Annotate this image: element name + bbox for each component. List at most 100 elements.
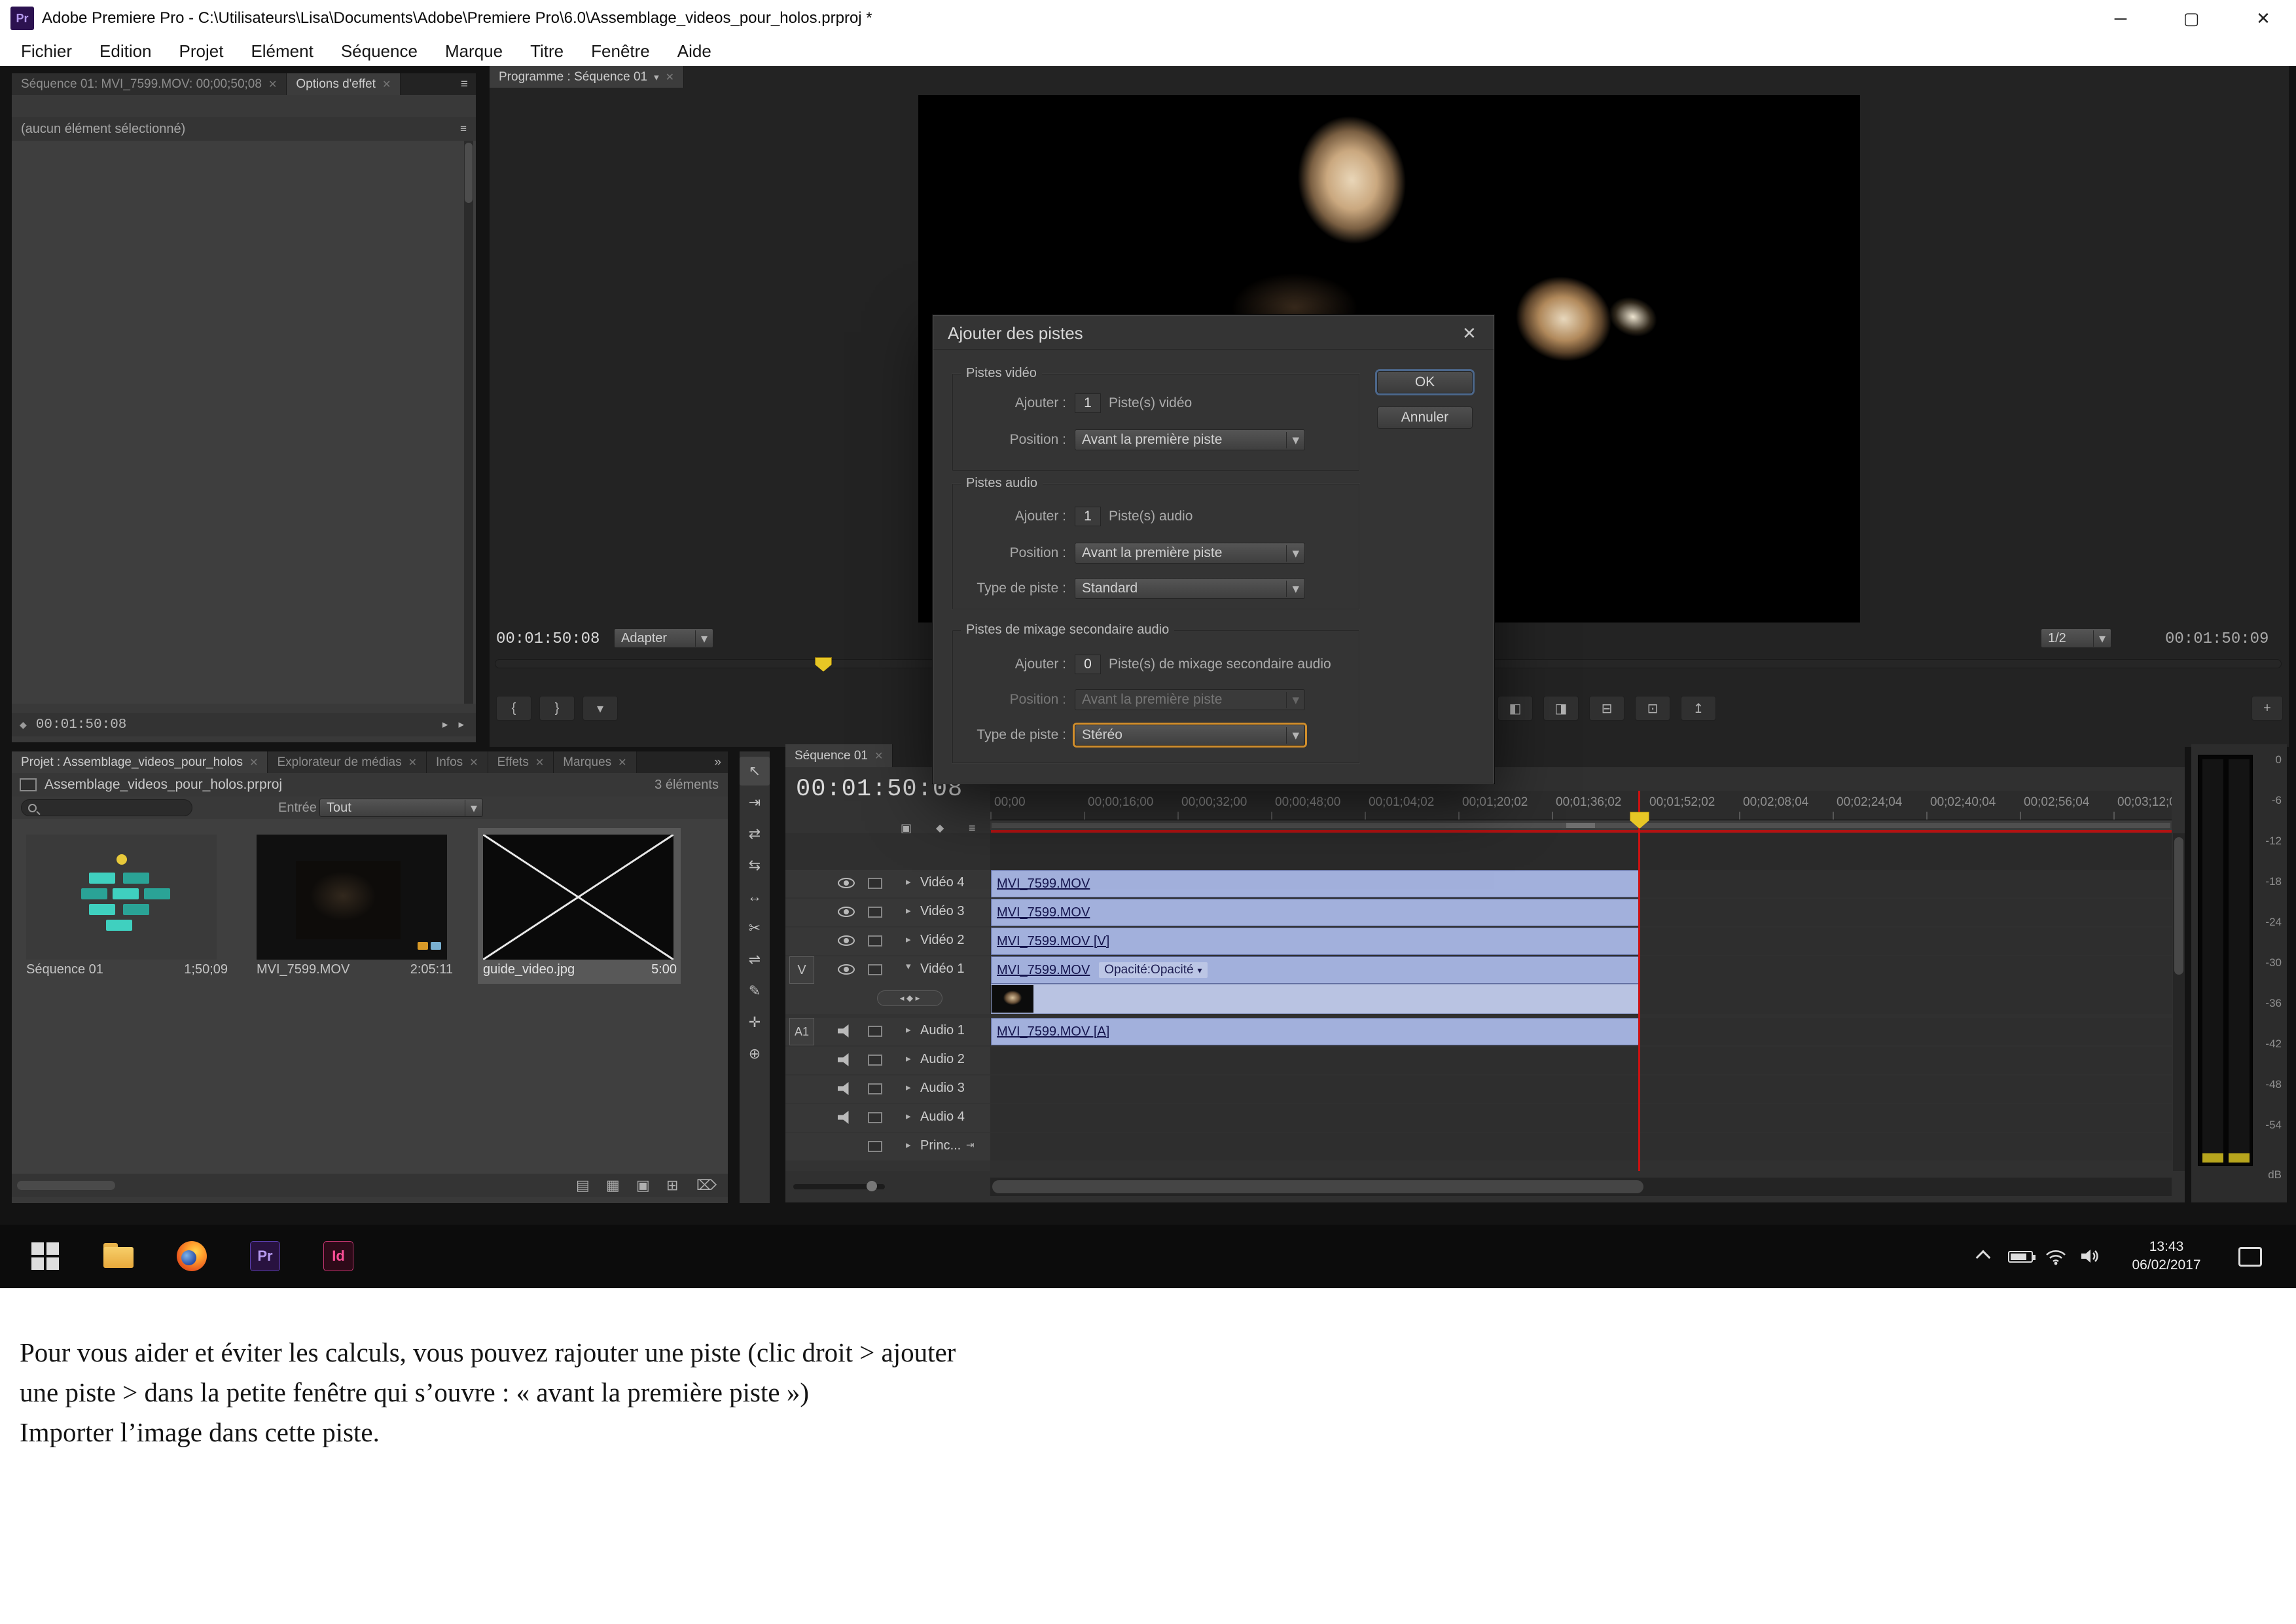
header-menu-icon[interactable]: ≡ <box>460 122 467 135</box>
indesign-taskbar-icon[interactable]: Id <box>323 1241 353 1271</box>
track-lock-icon[interactable] <box>868 1055 882 1066</box>
source-patch-video-badge[interactable]: V <box>789 956 814 984</box>
menu-edition[interactable]: Edition <box>99 41 152 62</box>
track-lane-audio3[interactable] <box>990 1075 2172 1103</box>
track-header-audio2[interactable]: ▸ Audio 2 <box>785 1047 990 1074</box>
menu-element[interactable]: Elément <box>251 41 313 62</box>
play-icon[interactable]: ▸ <box>458 718 464 731</box>
close-tab-icon[interactable]: ✕ <box>268 78 277 91</box>
maximize-button[interactable]: ▢ <box>2173 4 2210 33</box>
track-header-audio3[interactable]: ▸ Audio 3 <box>785 1075 990 1103</box>
search-input[interactable] <box>21 799 192 816</box>
dialog-titlebar[interactable]: Ajouter des pistes ✕ <box>933 316 1494 350</box>
chevron-right-icon[interactable]: ▸ <box>906 1081 911 1093</box>
transport-menu-icon[interactable]: ▾ <box>583 696 618 721</box>
close-button[interactable]: ✕ <box>2245 4 2282 33</box>
rate-stretch-tool-icon[interactable]: ↔ <box>740 882 770 911</box>
play-icon[interactable]: ▸ <box>442 718 448 731</box>
project-item-thumbnail[interactable] <box>483 835 673 960</box>
audio-position-dropdown[interactable]: Avant la première piste ▾ <box>1075 543 1305 564</box>
track-lock-icon[interactable] <box>868 935 882 947</box>
track-header-video3[interactable]: ▸ Vidéo 3 <box>785 899 990 926</box>
track-lane-audio4[interactable] <box>990 1104 2172 1132</box>
track-header-master[interactable]: ▸ Princ... ⇥ <box>785 1133 990 1161</box>
chevron-right-icon[interactable]: ▸ <box>906 933 911 945</box>
track-header-video2[interactable]: ▸ Vidéo 2 <box>785 928 990 955</box>
firefox-icon[interactable] <box>177 1241 207 1271</box>
tab-source-monitor[interactable]: Séquence 01: MVI_7599.MOV: 00;00;50;08 ✕ <box>12 73 287 95</box>
cancel-button[interactable]: Annuler <box>1377 406 1473 429</box>
program-playhead-marker[interactable] <box>815 657 832 672</box>
tab-effects[interactable]: Effets ✕ <box>488 751 554 773</box>
track-header-video1[interactable]: ▾ Vidéo 1 ◂ ◆ ▸ <box>785 956 990 1014</box>
lift-icon[interactable]: ◧ <box>1498 696 1533 721</box>
panel-menu-icon[interactable]: ≡ <box>461 77 468 92</box>
submix-count-field[interactable]: 0 <box>1075 655 1101 674</box>
file-explorer-icon[interactable] <box>103 1243 134 1269</box>
toggle-track-mute-icon[interactable] <box>838 1111 852 1124</box>
new-bin-icon[interactable]: ⊞ <box>666 1177 678 1194</box>
close-tab-icon[interactable]: ✕ <box>666 71 674 84</box>
audio-count-field[interactable]: 1 <box>1075 507 1101 526</box>
source-timecode[interactable]: 00:01:50:08 <box>36 717 127 732</box>
chevron-down-icon[interactable]: ▾ <box>906 960 911 972</box>
selection-tool-icon[interactable]: ↖ <box>740 757 770 785</box>
project-item-thumbnail[interactable] <box>257 835 447 960</box>
keyframe-navigator[interactable]: ◂ ◆ ▸ <box>877 990 942 1006</box>
track-lock-icon[interactable] <box>868 964 882 975</box>
horizontal-scrollbar-thumb[interactable] <box>17 1181 115 1190</box>
fit-mode-dropdown[interactable]: Adapter ▾ <box>614 628 713 648</box>
timeline-clip-video1-filmstrip[interactable] <box>991 984 1640 1014</box>
dialog-close-icon[interactable]: ✕ <box>1462 323 1477 344</box>
zoom-slider-knob[interactable] <box>867 1181 877 1191</box>
toggle-track-output-icon[interactable] <box>838 878 855 888</box>
track-lock-icon[interactable] <box>868 878 882 889</box>
menu-titre[interactable]: Titre <box>530 41 564 62</box>
timeline-zoom-slider[interactable] <box>793 1184 885 1189</box>
razor-tool-icon[interactable]: ✂ <box>740 914 770 943</box>
master-meter-icon[interactable]: ⇥ <box>966 1139 975 1151</box>
track-select-tool-icon[interactable]: ⇥ <box>740 788 770 817</box>
tab-program-monitor[interactable]: Programme : Séquence 01 ▾ ✕ <box>490 66 684 88</box>
vertical-scrollbar[interactable] <box>464 141 473 704</box>
minimize-button[interactable]: ─ <box>2102 4 2139 33</box>
program-timecode-current[interactable]: 00:01:50:08 <box>496 630 600 648</box>
track-header-audio4[interactable]: ▸ Audio 4 <box>785 1104 990 1132</box>
wifi-icon[interactable] <box>2045 1247 2067 1265</box>
zoom-tool-icon[interactable]: ⊕ <box>740 1039 770 1068</box>
ripple-edit-tool-icon[interactable]: ⇄ <box>740 820 770 848</box>
toggle-track-mute-icon[interactable] <box>838 1024 852 1038</box>
menu-projet[interactable]: Projet <box>179 41 224 62</box>
timeline-clip-video1[interactable]: MVI_7599.MOV Opacité:Opacité ▾ <box>991 956 1640 984</box>
chevron-right-icon[interactable]: ▸ <box>906 1024 911 1036</box>
list-view-icon[interactable]: ▤ <box>576 1177 590 1194</box>
timeline-clip-video2[interactable]: MVI_7599.MOV [V] <box>991 928 1640 955</box>
button-editor-icon[interactable]: + <box>2251 696 2283 721</box>
ok-button[interactable]: OK <box>1377 371 1473 393</box>
chevron-down-icon[interactable]: ▾ <box>654 71 659 83</box>
action-center-icon[interactable] <box>2238 1247 2262 1267</box>
track-lock-icon[interactable] <box>868 1112 882 1123</box>
rolling-edit-tool-icon[interactable]: ⇆ <box>740 851 770 880</box>
compare-icon[interactable]: ⊡ <box>1635 696 1670 721</box>
clock[interactable]: 13:43 06/02/2017 <box>2121 1238 2212 1274</box>
battery-icon[interactable] <box>2008 1251 2033 1263</box>
track-lock-icon[interactable] <box>868 1083 882 1094</box>
track-lane-audio2[interactable] <box>990 1047 2172 1074</box>
timeline-horizontal-scrollbar[interactable] <box>990 1178 2172 1196</box>
track-header-audio1[interactable]: ▸ Audio 1 <box>785 1018 990 1045</box>
start-button[interactable] <box>31 1242 59 1270</box>
close-tab-icon[interactable]: ✕ <box>469 756 478 769</box>
icon-view-icon[interactable]: ▦ <box>606 1177 620 1194</box>
toggle-track-mute-icon[interactable] <box>838 1082 852 1095</box>
menu-sequence[interactable]: Séquence <box>341 41 418 62</box>
track-header-video4[interactable]: ▸ Vidéo 4 <box>785 870 990 897</box>
close-tab-icon[interactable]: ✕ <box>874 749 883 763</box>
automate-to-sequence-icon[interactable]: ▣ <box>636 1177 650 1194</box>
track-lock-icon[interactable] <box>868 1026 882 1037</box>
video-count-field[interactable]: 1 <box>1075 393 1101 413</box>
menu-aide[interactable]: Aide <box>677 41 711 62</box>
work-area-grip[interactable] <box>1566 823 1595 828</box>
timeline-clip-audio1[interactable]: MVI_7599.MOV [A] <box>991 1018 1640 1045</box>
close-tab-icon[interactable]: ✕ <box>618 756 626 769</box>
